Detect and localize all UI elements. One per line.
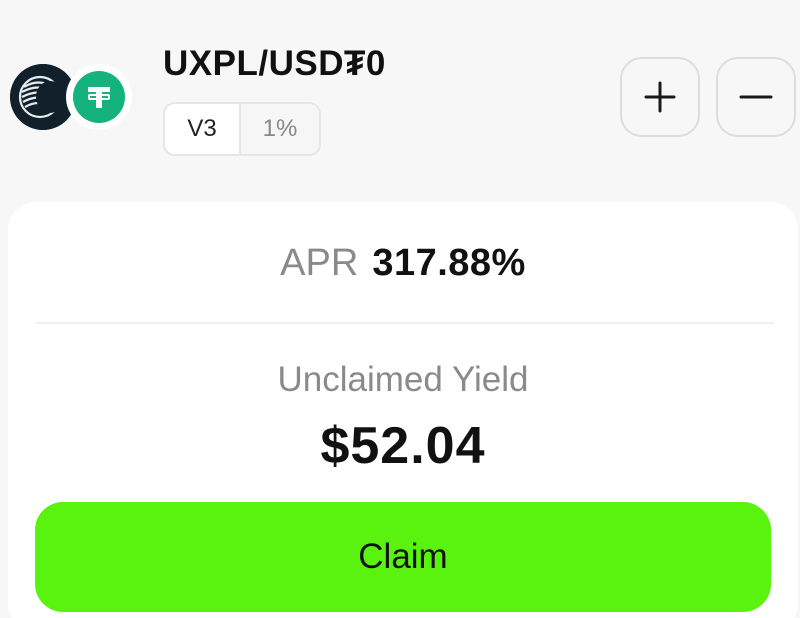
fee-tier-badge: 1% <box>241 104 319 154</box>
apr-value: 317.88% <box>372 242 526 284</box>
remove-liquidity-button[interactable] <box>716 57 796 137</box>
claim-button[interactable]: Claim <box>35 502 771 612</box>
version-badge: V3 <box>165 104 241 154</box>
apr-label: APR <box>280 242 359 284</box>
minus-icon <box>739 95 773 99</box>
unclaimed-yield-label: Unclaimed Yield <box>277 360 529 399</box>
plus-icon <box>644 81 676 113</box>
divider <box>36 322 774 324</box>
usdt0-token-icon <box>66 64 132 130</box>
pair-title: UXPL/USD₮0 <box>163 44 386 83</box>
add-liquidity-button[interactable] <box>620 57 700 137</box>
unclaimed-yield-value: $52.04 <box>320 417 486 475</box>
yield-card: APR 317.88% Unclaimed Yield $52.04 Claim <box>8 202 798 618</box>
position-panel: UXPL/USD₮0 V3 1% APR 317.88% Unclaimed Yi… <box>0 0 800 618</box>
token-pair-icons <box>10 64 132 130</box>
pool-tags: V3 1% <box>163 102 321 156</box>
apr-row: APR 317.88% <box>8 242 798 285</box>
